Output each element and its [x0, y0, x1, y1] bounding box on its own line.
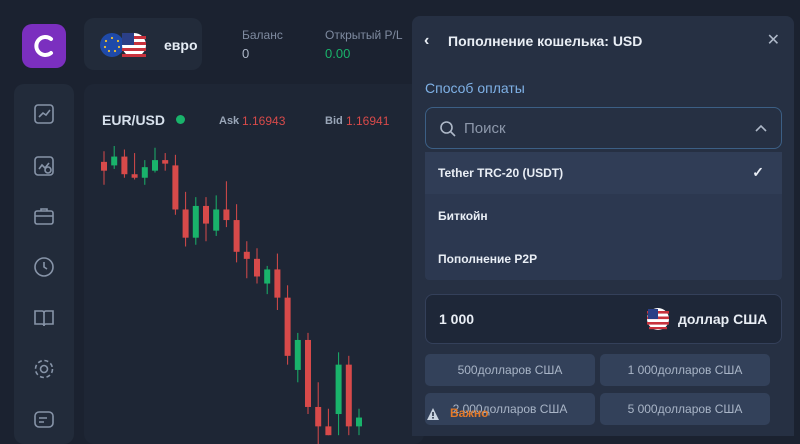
logo-icon: [34, 35, 53, 57]
book-icon[interactable]: [32, 306, 56, 330]
search-input[interactable]: [464, 118, 744, 138]
clock-icon[interactable]: [32, 255, 56, 279]
asset-selector[interactable]: евро: [84, 18, 202, 70]
currency-name: доллар США: [678, 311, 768, 327]
candle-body: [315, 406, 322, 427]
pl-label: Открытый P/L: [325, 28, 403, 42]
candle-body: [141, 167, 148, 178]
candle-body: [223, 209, 230, 221]
candle-body: [192, 205, 199, 238]
eu-us-flags-icon: [100, 33, 146, 57]
candle-body: [335, 364, 342, 415]
payment-method-search[interactable]: [425, 107, 782, 149]
candle-body: [325, 426, 332, 436]
candle-body: [213, 209, 220, 231]
candle-body: [274, 269, 281, 298]
candle-body: [243, 251, 250, 259]
option-label: Tether TRC-20 (USDT): [438, 166, 564, 180]
payment-method-label: Способ оплаты: [425, 80, 525, 96]
balance-label: Баланс: [242, 28, 283, 42]
candle-body: [121, 156, 128, 175]
candle-body: [254, 258, 260, 277]
candle-body: [111, 156, 118, 166]
us-flag-icon: [647, 308, 669, 330]
candle-body: [101, 161, 107, 171]
close-icon[interactable]: ✕: [767, 30, 780, 50]
option-label: Пополнение P2P: [438, 252, 538, 266]
panel-title: Пополнение кошелька: USD: [448, 33, 643, 49]
quick-amount-1000[interactable]: 1 000долларов США: [600, 354, 770, 386]
settings-icon[interactable]: [32, 357, 56, 381]
option-tether[interactable]: Tether TRC-20 (USDT) ✓: [425, 152, 782, 194]
option-p2p[interactable]: Пополнение P2P: [425, 238, 782, 280]
briefcase-icon[interactable]: [32, 204, 56, 228]
candle-body: [284, 297, 291, 356]
back-icon[interactable]: ‹: [424, 32, 429, 50]
payment-method-list: Tether TRC-20 (USDT) ✓ Биткойн Пополнени…: [425, 152, 782, 280]
quick-amount-5000[interactable]: 5 000долларов США: [600, 393, 770, 425]
pl-value: 0.00: [325, 46, 351, 61]
warning-icon: [427, 408, 439, 420]
support-icon[interactable]: [32, 408, 56, 432]
candle-body: [356, 417, 362, 427]
analytics-icon[interactable]: [32, 154, 56, 178]
amount-field[interactable]: 1 000 доллар США: [425, 294, 782, 344]
option-bitcoin[interactable]: Биткойн: [425, 195, 782, 237]
sidebar: [14, 84, 74, 444]
search-icon: [440, 121, 456, 137]
asset-name: евро: [164, 37, 198, 53]
candlestick-chart[interactable]: [84, 84, 424, 444]
candle-body: [152, 160, 158, 171]
amount-value[interactable]: 1 000: [439, 311, 474, 327]
candle-body: [345, 364, 352, 427]
warning-text: Важно: [450, 406, 489, 420]
chart-panel[interactable]: EUR/USD Ask 1.16943 Bid 1.16941: [84, 84, 424, 444]
chart-icon[interactable]: [32, 102, 56, 126]
balance-value: 0: [242, 46, 250, 61]
candle-body: [264, 269, 271, 284]
app-logo[interactable]: [22, 24, 66, 68]
option-label: Биткойн: [438, 209, 488, 223]
candle-body: [305, 339, 311, 407]
candle-body: [182, 209, 189, 238]
quick-amount-500[interactable]: 500долларов США: [425, 354, 595, 386]
candle-body: [233, 220, 240, 252]
candle-body: [294, 339, 301, 370]
candle-body: [162, 160, 169, 164]
check-icon: ✓: [752, 164, 764, 180]
candle-body: [172, 165, 179, 210]
deposit-panel: ‹ Пополнение кошелька: USD ✕ Способ опла…: [412, 16, 794, 436]
chevron-up-icon[interactable]: [755, 124, 767, 132]
candle-body: [203, 205, 209, 224]
candle-body: [131, 174, 138, 178]
